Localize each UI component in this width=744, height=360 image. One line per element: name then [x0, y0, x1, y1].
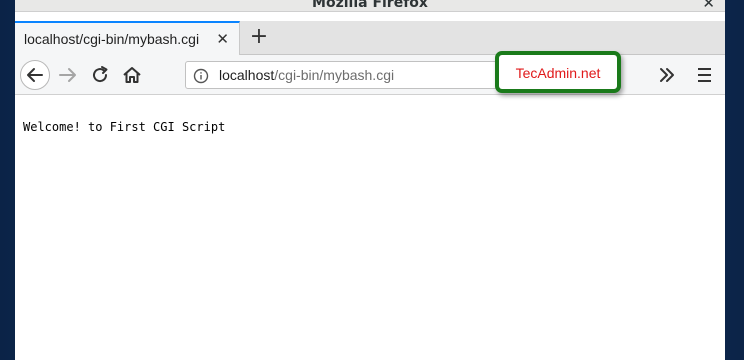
tab-active[interactable]: localhost/cgi-bin/mybash.cgi ✕ — [15, 21, 240, 55]
watermark-text: TecAdmin.net — [515, 65, 601, 81]
reload-icon[interactable] — [89, 64, 111, 86]
url-bar[interactable]: localhost/cgi-bin/mybash.cgi — [185, 61, 505, 89]
new-tab-icon[interactable]: + — [247, 24, 271, 50]
window-close-icon[interactable]: ✕ — [702, 0, 715, 12]
tab-label: localhost/cgi-bin/mybash.cgi — [24, 31, 200, 47]
info-icon[interactable] — [193, 68, 209, 84]
double-chevron-right-icon[interactable] — [655, 64, 679, 86]
page-body-text: Welcome! to First CGI Script — [23, 120, 226, 134]
arrow-left-icon — [27, 68, 43, 82]
url-text: localhost/cgi-bin/mybash.cgi — [219, 67, 394, 83]
arrow-right-icon[interactable] — [57, 64, 79, 86]
tab-strip: localhost/cgi-bin/mybash.cgi ✕ + — [15, 21, 725, 55]
url-host: localhost — [219, 67, 275, 83]
home-icon[interactable] — [121, 64, 143, 86]
watermark-badge: TecAdmin.net — [495, 51, 621, 93]
hamburger-menu-icon[interactable] — [695, 66, 715, 84]
url-path: /cgi-bin/mybash.cgi — [274, 67, 395, 83]
tab-close-icon[interactable]: ✕ — [216, 30, 229, 48]
page-content: Welcome! to First CGI Script — [15, 96, 725, 360]
window-title: Mozilla Firefox — [312, 0, 428, 11]
back-button[interactable] — [20, 60, 50, 90]
title-bar: Mozilla Firefox ✕ — [15, 0, 725, 12]
